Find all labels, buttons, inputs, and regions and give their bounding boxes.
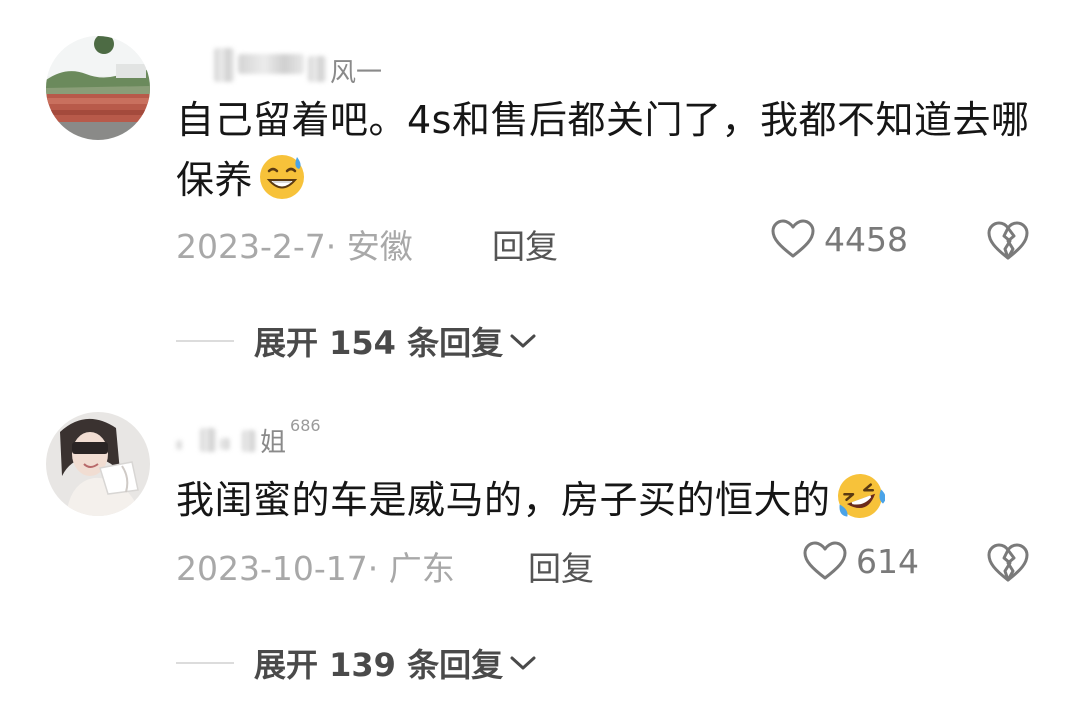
divider-line bbox=[176, 340, 234, 342]
broken-heart-icon bbox=[987, 221, 1029, 260]
grinning-sweat-emoji bbox=[257, 151, 307, 201]
redacted-name bbox=[176, 440, 182, 450]
like-count: 4458 bbox=[824, 219, 908, 259]
expand-replies-button[interactable]: 展开 139 条回复 bbox=[176, 640, 537, 686]
like-button[interactable]: 4458 bbox=[770, 218, 908, 260]
comment-2: 姐 686 我闺蜜的车是威马的，房子买的恒大的 2023-10-17· 广东 回… bbox=[0, 380, 1080, 724]
redacted-name bbox=[242, 430, 256, 452]
expand-replies-label: 展开 154 条回复 bbox=[254, 324, 504, 362]
reply-button[interactable]: 回复 bbox=[492, 220, 558, 268]
broken-heart-icon bbox=[987, 543, 1029, 582]
comment-date-location: 2023-10-17· 广东 bbox=[176, 549, 455, 588]
comment-text-body: 我闺蜜的车是威马的，房子买的恒大的 bbox=[176, 478, 831, 522]
redacted-name bbox=[238, 54, 304, 74]
comment-text: 我闺蜜的车是威马的，房子买的恒大的 bbox=[176, 470, 1036, 530]
username-text: 姐 bbox=[260, 428, 287, 458]
expand-replies-button[interactable]: 展开 154 条回复 bbox=[176, 318, 537, 364]
like-count: 614 bbox=[856, 541, 919, 581]
rolling-laughing-emoji bbox=[835, 471, 886, 521]
redacted-name bbox=[220, 438, 230, 450]
avatar[interactable] bbox=[46, 412, 150, 516]
like-button[interactable]: 614 bbox=[802, 540, 919, 582]
user-badge-number: 686 bbox=[290, 416, 321, 435]
username-text: 风一 bbox=[330, 58, 383, 88]
comment-date-location: 2023-2-7· 安徽 bbox=[176, 227, 413, 266]
expand-replies-label: 展开 139 条回复 bbox=[254, 646, 504, 684]
comment-text: 自己留着吧。4s和售后都关门了，我都不知道去哪保养 bbox=[176, 90, 1036, 210]
divider-line bbox=[176, 662, 234, 664]
heart-outline-icon bbox=[771, 219, 815, 258]
redacted-name bbox=[200, 428, 216, 452]
dislike-button[interactable] bbox=[986, 220, 1030, 266]
heart-outline-icon bbox=[803, 541, 847, 580]
username[interactable]: 姐 686 bbox=[176, 416, 321, 459]
username[interactable]: 风一 bbox=[214, 48, 382, 89]
redacted-name bbox=[308, 56, 326, 82]
dislike-button[interactable] bbox=[986, 542, 1030, 588]
chevron-down-icon bbox=[510, 334, 536, 348]
comment-1: 风一 自己留着吧。4s和售后都关门了，我都不知道去哪保养 2023-2-7· 安… bbox=[0, 0, 1080, 380]
redacted-name bbox=[214, 48, 234, 82]
avatar[interactable] bbox=[46, 36, 150, 140]
reply-button[interactable]: 回复 bbox=[528, 542, 594, 590]
chevron-down-icon bbox=[510, 656, 536, 670]
